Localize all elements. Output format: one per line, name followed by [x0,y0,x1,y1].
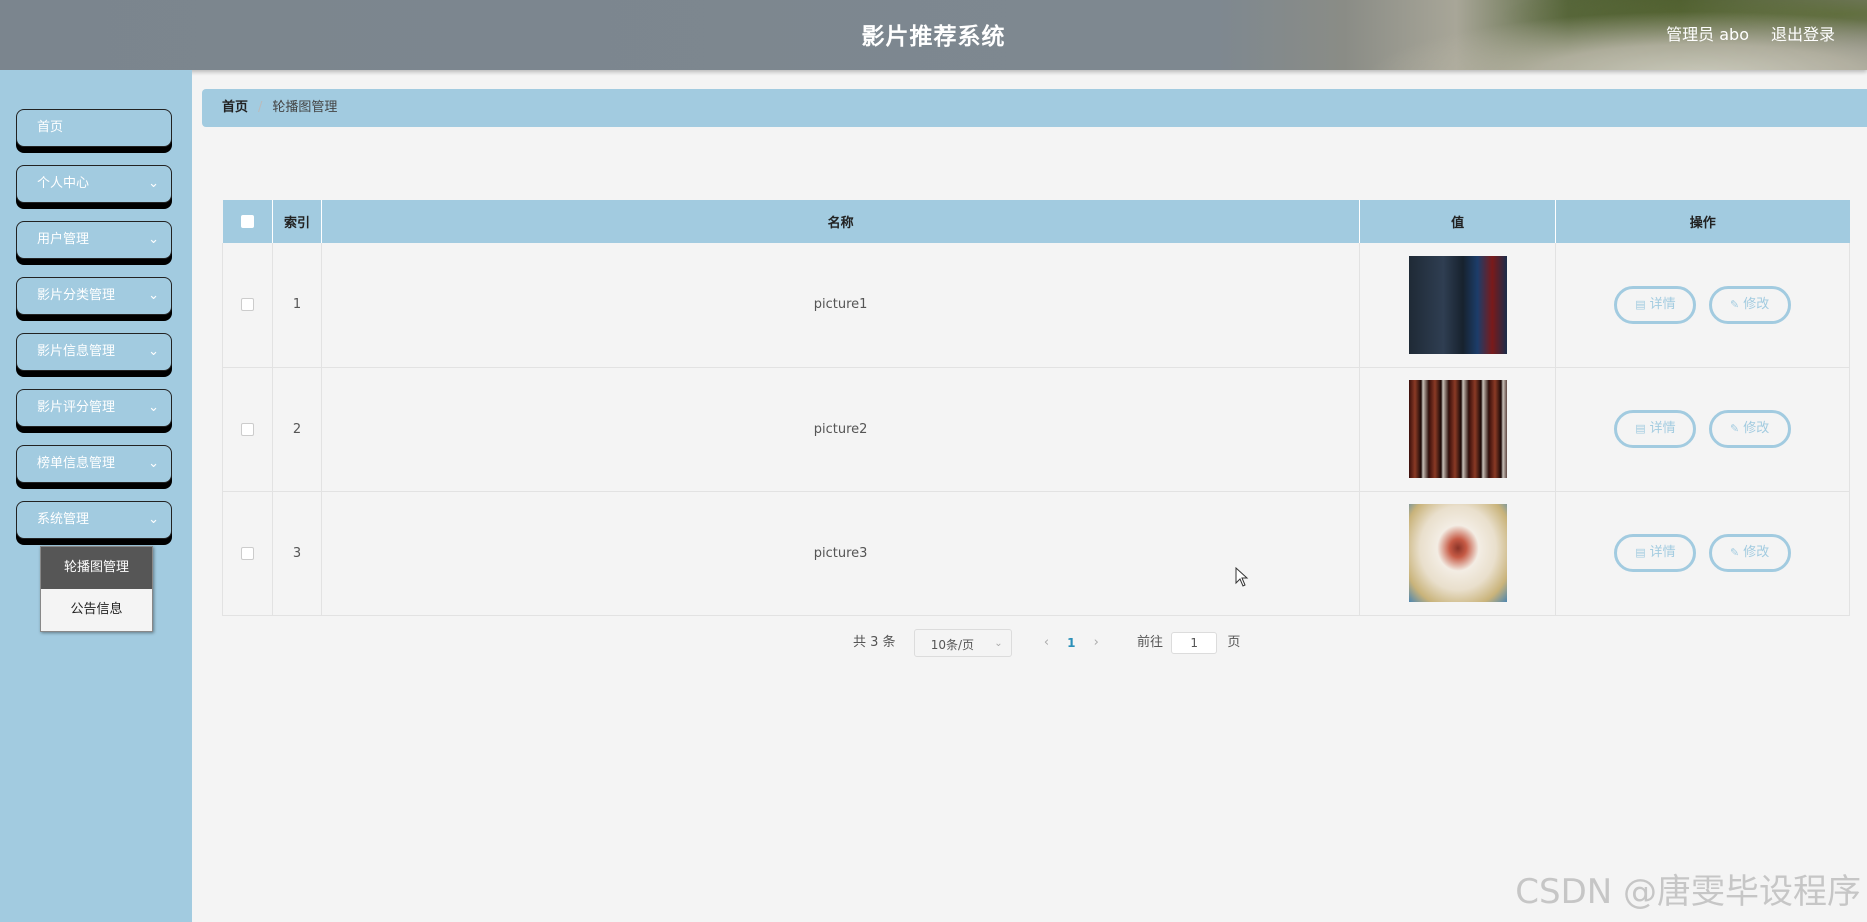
chevron-down-icon: ⌄ [148,288,159,303]
goto-suffix: 页 [1227,635,1241,650]
sidebar-item-label: 影片评分管理 [37,400,116,415]
sidebar-item-label: 榜单信息管理 [37,456,116,471]
edit-button[interactable]: ✎ 修改 [1708,285,1791,324]
document-icon: ▤ [1635,297,1646,311]
sidebar-item-label: 系统管理 [37,512,90,527]
pencil-icon: ✎ [1730,297,1740,311]
row-value-cell [1359,367,1557,492]
document-icon: ▤ [1635,546,1646,559]
pencil-icon: ✎ [1730,422,1740,435]
edit-button[interactable]: ✎ 修改 [1708,534,1791,572]
pagination: 共 3 条 10条/页 ⌄ ‹ 1 › 前往 1 页 [853,629,1240,657]
table-row: 1 picture1 ▤ 详情 ✎ 修改 [222,243,1850,368]
sidebar-item-movie-category[interactable]: 影片分类管理 ⌄ [16,277,172,315]
row-actions: ▤ 详情 ✎ 修改 [1555,491,1850,616]
row-checkbox-cell [222,491,273,616]
sidebar-item-label: 影片分类管理 [37,288,116,303]
page-size-select[interactable]: 10条/页 ⌄ [913,629,1012,657]
row-actions: ▤ 详情 ✎ 修改 [1555,367,1850,492]
column-header-actions: 操作 [1555,200,1850,243]
row-actions: ▤ 详情 ✎ 修改 [1555,243,1850,368]
chevron-down-icon: ⌄ [148,232,159,247]
carousel-image-thumbnail[interactable] [1408,504,1507,602]
sidebar: 首页 个人中心 ⌄ 用户管理 ⌄ 影片分类管理 ⌄ 影片信息管理 ⌄ 影片评分管… [0,70,192,922]
carousel-image-thumbnail[interactable] [1408,380,1507,478]
sidebar-item-movie-rating[interactable]: 影片评分管理 ⌄ [16,389,172,427]
goto-label: 前往 [1137,635,1164,650]
watermark: CSDN @唐雯毕设程序 [1515,872,1861,912]
sidebar-item-home[interactable]: 首页 [16,109,172,147]
row-checkbox-cell [222,243,273,368]
detail-button[interactable]: ▤ 详情 [1614,410,1697,448]
chevron-down-icon: ⌄ [148,344,159,359]
app-title: 影片推荐系统 [861,24,1006,50]
goto-page-input[interactable]: 1 [1171,632,1218,654]
sidebar-item-user-management[interactable]: 用户管理 ⌄ [16,221,172,259]
breadcrumb-home[interactable]: 首页 [222,100,248,115]
top-header: 影片推荐系统 管理员 abo 退出登录 [0,0,1867,70]
prev-page-icon[interactable]: ‹ [1044,629,1049,657]
breadcrumb-separator: / [258,100,263,115]
system-management-submenu: 轮播图管理 公告信息 [40,546,153,632]
sidebar-item-system-management[interactable]: 系统管理 ⌄ [16,501,172,539]
carousel-table: 索引 名称 值 操作 1 picture1 ▤ 详情 ✎ 修改 2 picture2… [222,200,1850,616]
row-checkbox[interactable] [240,298,254,312]
table-row: 3 picture3 ▤ 详情 ✎ 修改 [222,491,1850,616]
row-checkbox[interactable] [240,546,254,560]
row-name: picture2 [321,367,1361,492]
row-checkbox[interactable] [240,422,254,436]
logout-link[interactable]: 退出登录 [1771,21,1835,45]
select-all-header [222,200,273,243]
next-page-icon[interactable]: › [1094,629,1099,657]
row-name: picture1 [321,243,1361,368]
sidebar-item-label: 影片信息管理 [37,344,116,359]
row-index: 2 [272,367,322,492]
chevron-down-icon: ⌄ [148,400,159,415]
column-header-value: 值 [1359,200,1557,243]
row-value-cell [1359,243,1557,368]
sidebar-item-label: 用户管理 [37,232,90,247]
detail-button[interactable]: ▤ 详情 [1614,285,1697,324]
page-size-value: 10条/页 [930,637,975,652]
document-icon: ▤ [1635,422,1646,435]
column-header-name: 名称 [321,200,1361,243]
page-number-current[interactable]: 1 [1067,629,1075,657]
carousel-image-thumbnail[interactable] [1408,255,1507,354]
chevron-down-icon: ⌄ [994,638,1003,649]
submenu-item-carousel-management[interactable]: 轮播图管理 [41,547,152,589]
sidebar-item-label: 首页 [37,120,64,135]
select-all-checkbox[interactable] [240,215,254,228]
row-name: picture3 [321,491,1361,616]
detail-button[interactable]: ▤ 详情 [1614,534,1697,572]
chevron-down-icon: ⌄ [148,456,159,471]
sidebar-item-movie-info[interactable]: 影片信息管理 ⌄ [16,333,172,371]
admin-user-label: 管理员 abo [1666,25,1749,44]
row-value-cell [1359,491,1557,616]
edit-button[interactable]: ✎ 修改 [1708,410,1791,448]
sidebar-item-ranking-info[interactable]: 榜单信息管理 ⌄ [16,445,172,483]
breadcrumb: 首页 / 轮播图管理 [202,89,1867,127]
column-header-index: 索引 [272,200,322,243]
row-index: 3 [272,491,322,616]
pencil-icon: ✎ [1730,546,1740,559]
table-row: 2 picture2 ▤ 详情 ✎ 修改 [222,367,1850,492]
chevron-down-icon: ⌄ [148,176,159,191]
row-index: 1 [272,243,322,368]
sidebar-item-personal-center[interactable]: 个人中心 ⌄ [16,165,172,203]
chevron-down-icon: ⌄ [148,512,159,527]
breadcrumb-current: 轮播图管理 [272,100,338,115]
pagination-total: 共 3 条 [853,635,896,650]
submenu-item-announcements[interactable]: 公告信息 [41,589,152,631]
row-checkbox-cell [222,367,273,492]
sidebar-item-label: 个人中心 [37,176,90,191]
